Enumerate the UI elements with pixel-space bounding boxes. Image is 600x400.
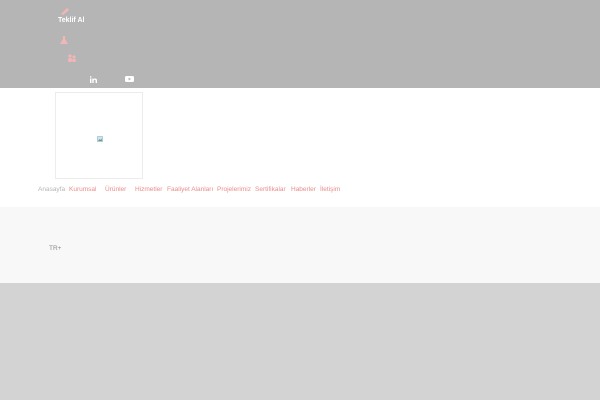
- content-strip: TR+: [0, 207, 600, 283]
- logo-placeholder[interactable]: [55, 92, 143, 179]
- flask-icon: [60, 36, 68, 44]
- people-icon: [68, 54, 76, 62]
- nav-item-projects[interactable]: Projelerimiz: [217, 186, 251, 193]
- nav-item-services[interactable]: Hizmetler: [135, 186, 162, 193]
- page-body: [0, 283, 600, 400]
- nav-item-activity-areas[interactable]: Faaliyet Alanları: [167, 186, 213, 193]
- top-bar: Teklif Al: [0, 0, 600, 88]
- youtube-icon[interactable]: [125, 76, 134, 82]
- linkedin-icon[interactable]: [90, 76, 97, 83]
- nav-item-certificates[interactable]: Sertifikalar: [255, 186, 286, 193]
- nav-item-corporate[interactable]: Kurumsal: [69, 186, 96, 193]
- get-quote-link[interactable]: Teklif Al: [58, 17, 84, 24]
- nav-item-home[interactable]: Anasayfa: [38, 186, 65, 193]
- page: Teklif Al Anasayfa Kurumsal Ürünler Hizm…: [0, 0, 600, 400]
- pencil-icon: [61, 8, 69, 15]
- language-selector[interactable]: TR+: [49, 245, 61, 252]
- site-header: Anasayfa Kurumsal Ürünler Hizmetler Faal…: [0, 88, 600, 207]
- nav-item-products[interactable]: Ürünler: [105, 186, 126, 193]
- nav-item-news[interactable]: Haberler: [291, 186, 316, 193]
- broken-image-icon: [97, 136, 103, 142]
- nav-item-contact[interactable]: İletişim: [320, 186, 340, 193]
